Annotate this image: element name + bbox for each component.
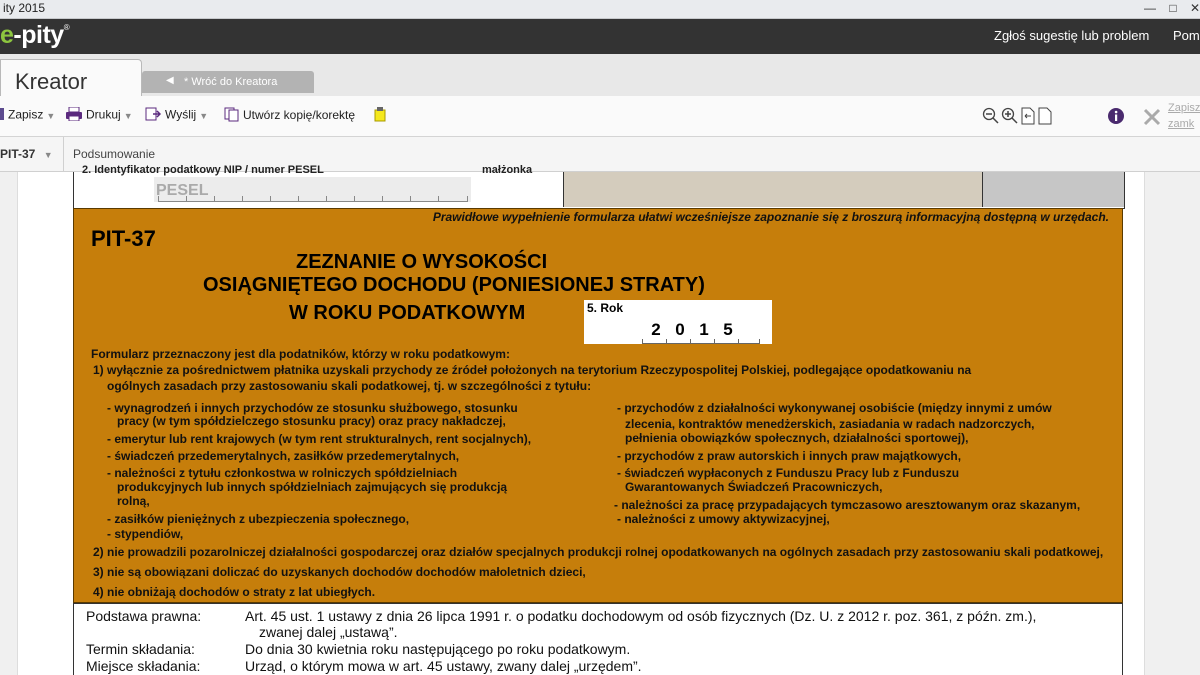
close-window-icon[interactable]: ✕ — [1182, 0, 1200, 17]
tab-back-to-wizard[interactable]: ◀ * Wróć do Kreatora — [142, 71, 314, 93]
list-item: pełnienia obowiązków społecznych, działa… — [625, 431, 969, 445]
note-icon — [374, 107, 386, 125]
tab-kreator[interactable]: Kreator — [0, 59, 142, 98]
send-button[interactable]: Wyślij ▼ — [145, 107, 208, 125]
save-button[interactable]: Zapisz ▼ — [0, 107, 55, 125]
form-header-panel: Prawidłowe wypełnienie formularza ułatwi… — [73, 208, 1123, 603]
section-title: Podsumowanie — [73, 147, 156, 161]
legal-basis-label: Podstawa prawna: — [86, 608, 202, 624]
arrow-left-icon: ◀ — [166, 75, 174, 86]
toolbar: Zapisz ▼ Drukuj ▼ Wyślij ▼ Utwórz kopię/kor… — [0, 96, 1200, 223]
help-link[interactable]: Pom — [1173, 28, 1200, 43]
tax-year-value: 2015 — [651, 320, 733, 339]
deadline-label: Termin składania: — [86, 641, 195, 657]
list-item: Gwarantowanych Świadczeń Pracowniczych, — [625, 480, 883, 494]
info-icon[interactable] — [1107, 107, 1125, 130]
pesel-digit-ticks — [158, 195, 468, 202]
readonly-field — [982, 172, 1124, 207]
save-close-link-bottom[interactable]: zamk — [1168, 118, 1194, 130]
divider — [63, 137, 64, 171]
fit-page-icon[interactable] — [1021, 107, 1035, 130]
form-title-line3: W ROKU PODATKOWYM — [289, 302, 526, 324]
tab-row: Kreator ◀ * Wróć do Kreatora — [0, 54, 1200, 98]
print-icon — [66, 106, 82, 124]
list-item: - przychodów z działalności wykonywanej … — [617, 401, 1052, 415]
condition-1-line2: ogólnych zasadach przy zastosowaniu skal… — [107, 379, 592, 393]
list-item: - zasiłków pieniężnych z ubezpieczenia s… — [107, 512, 410, 526]
condition-4: 4) nie obniżają dochodów o straty z lat … — [93, 585, 376, 599]
note-button[interactable] — [374, 107, 390, 125]
condition-2: 2) nie prowadzili pozarolniczej działaln… — [93, 545, 1104, 559]
spouse-id-row: 2. Identyfikator podatkowy NIP / numer P… — [73, 164, 1125, 209]
brochure-notice: Prawidłowe wypełnienie formularza ułatwi… — [432, 210, 1109, 224]
copy-icon — [224, 107, 239, 125]
save-icon — [0, 107, 4, 124]
form-code: PIT-37 — [91, 226, 156, 251]
list-item: - należności z umowy aktywizacyjnej, — [617, 512, 830, 526]
place-label: Miejsce składania: — [86, 658, 201, 674]
list-item: produkcyjnych lub innych spółdzielniach … — [117, 480, 508, 494]
list-item: - przychodów z praw autorskich i innych … — [617, 449, 962, 463]
close-icon[interactable] — [1142, 107, 1162, 132]
single-page-icon[interactable] — [1038, 107, 1052, 130]
list-item: - należności za pracę przypadających tym… — [614, 498, 1081, 512]
window-titlebar: ity 2015 — □ ✕ — [0, 0, 1200, 19]
copy-correction-button[interactable]: Utwórz kopię/korektę — [224, 107, 355, 125]
list-item: - należności z tytułu członkostwa w roln… — [107, 466, 458, 480]
list-item: zlecenia, kontraktów menedżerskich, zasi… — [625, 417, 1035, 431]
form-title-line1: ZEZNANIE O WYSOKOŚCI — [296, 251, 548, 273]
zoom-out-icon[interactable] — [982, 107, 1000, 130]
form-title-line2: OSIĄGNIĘTEGO DOCHODU (PONIESIONEJ STRATY… — [203, 274, 705, 296]
list-item: rolną, — [117, 494, 150, 508]
tax-year-field[interactable]: 5. Rok 2015 — [584, 300, 772, 344]
list-item: - świadczeń wypłaconych z Funduszu Pracy… — [617, 466, 960, 480]
condition-1-line1: 1) wyłącznie za pośrednictwem płatnika u… — [93, 363, 972, 377]
list-item: - świadczeń przedemerytalnych, zasiłków … — [107, 449, 460, 463]
legal-basis-value: Art. 45 ust. 1 ustawy z dnia 26 lipca 19… — [245, 608, 1037, 624]
tax-year-label: 5. Rok — [587, 301, 624, 315]
list-item: pracy (w tym spółdzielczego stosunku pra… — [117, 414, 506, 428]
save-close-link-top[interactable]: Zapisz — [1168, 102, 1200, 114]
print-button[interactable]: Drukuj ▼ — [66, 106, 133, 125]
intro-text: Formularz przeznaczony jest dla podatnik… — [91, 347, 510, 361]
app-header: e-pity® Zgłoś sugestię lub problem Pom — [0, 19, 1200, 54]
deadline-value: Do dnia 30 kwietnia roku następującego p… — [245, 641, 631, 657]
zoom-in-icon[interactable] — [1001, 107, 1019, 130]
year-digit-ticks — [642, 339, 760, 344]
legal-basis-value-cont: zwanej dalej „ustawą”. — [259, 624, 398, 640]
field-label: 2. Identyfikator podatkowy NIP / numer P… — [82, 164, 324, 176]
field-label: małżonka — [482, 164, 533, 176]
place-value: Urząd, o którym mowa w art. 45 ustawy, z… — [245, 658, 642, 674]
chevron-down-icon: ▼ — [43, 150, 53, 160]
legal-info-section: Podstawa prawna: Art. 45 ust. 1 ustawy z… — [73, 603, 1123, 675]
list-item: - stypendiów, — [107, 527, 184, 541]
suggest-problem-link[interactable]: Zgłoś sugestię lub problem — [994, 28, 1149, 43]
window-title: ity 2015 — [3, 1, 46, 15]
list-item: - emerytur lub rent krajowych (w tym ren… — [107, 432, 532, 446]
app-logo: e-pity® — [0, 21, 70, 49]
form-selector[interactable]: PIT-37 ▼ — [0, 147, 53, 161]
send-icon — [145, 107, 162, 124]
condition-3: 3) nie są obowiązani doliczać do uzyskan… — [93, 565, 586, 579]
readonly-field — [563, 172, 982, 207]
